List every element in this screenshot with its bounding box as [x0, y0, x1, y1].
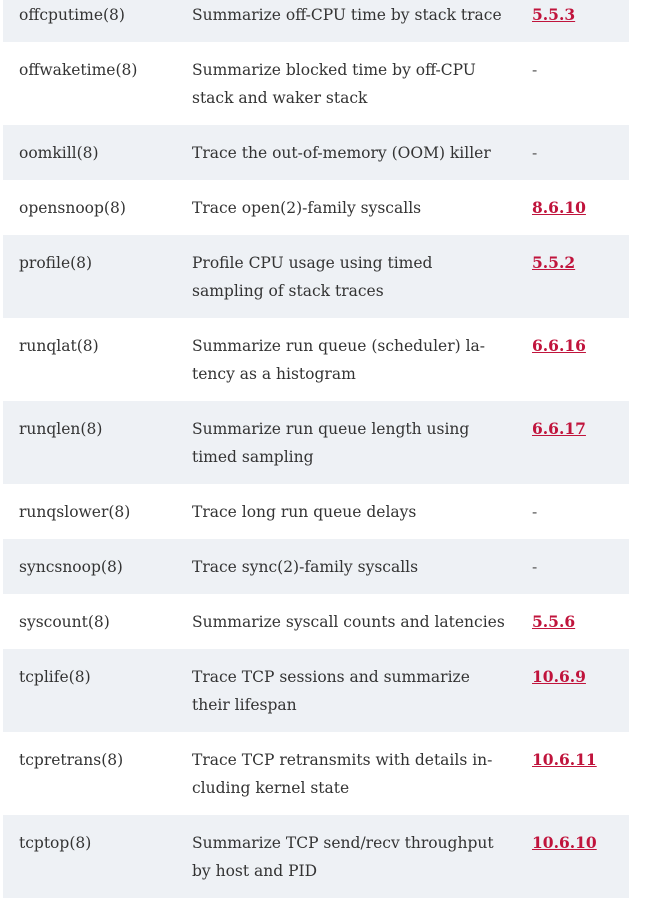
tools-table-body: offcputime(8) Summarize off-CPU time by s…	[3, 0, 629, 898]
section-cell: 5.5.3	[516, 0, 629, 42]
section-cell: -	[516, 42, 629, 125]
table-row: profile(8) Profile CPU usage using timed …	[3, 235, 629, 318]
tool-name-cell: oomkill(8)	[3, 125, 176, 180]
tool-description-cell: Trace open(2)-family syscalls	[192, 199, 422, 217]
tool-name-cell: runqlen(8)	[3, 401, 176, 484]
section-link[interactable]: 10.6.11	[532, 750, 597, 769]
tool-description-cell: Trace sync(2)-family syscalls	[176, 539, 516, 594]
no-section-dash: -	[532, 503, 538, 521]
no-section-dash: -	[532, 61, 538, 79]
tool-name-cell: tcpretrans(8)	[19, 751, 124, 769]
section-link[interactable]: 6.6.16	[532, 336, 586, 355]
section-link[interactable]: 10.6.10	[532, 833, 597, 852]
table-row: opensnoop(8) Trace open(2)-family syscall…	[3, 180, 629, 235]
tool-name-cell: runqlat(8)	[19, 337, 99, 355]
no-section-dash: -	[532, 558, 538, 576]
section-cell: 6.6.16	[516, 318, 629, 401]
table-row: tcplife(8) Trace TCP sessions and summari…	[3, 649, 629, 732]
section-cell: 8.6.10	[516, 180, 629, 235]
table-row: runqlat(8) Summarize run queue (scheduler…	[3, 318, 629, 401]
tool-description-cell: Summarize off-CPU time by stack trace	[176, 0, 516, 42]
section-link[interactable]: 5.5.6	[532, 612, 575, 631]
table-row: syncsnoop(8) Trace sync(2)-family syscall…	[3, 539, 629, 594]
section-link[interactable]: 10.6.9	[532, 667, 586, 686]
table-row: runqslower(8) Trace long run queue delays…	[3, 484, 629, 539]
section-cell: 10.6.10	[516, 815, 629, 898]
section-cell: 5.5.2	[516, 235, 629, 318]
section-cell: -	[516, 125, 629, 180]
table-row: tcpretrans(8) Trace TCP retransmits with …	[3, 732, 629, 815]
section-link[interactable]: 5.5.2	[532, 253, 575, 272]
no-section-dash: -	[532, 144, 538, 162]
tool-name-cell: tcplife(8)	[3, 649, 176, 732]
table-row: offcputime(8) Summarize off-CPU time by s…	[3, 0, 629, 42]
section-cell: -	[516, 539, 629, 594]
tool-description-cell: Trace long run queue delays	[192, 503, 417, 521]
page-margin	[629, 0, 650, 917]
section-cell: 6.6.17	[516, 401, 629, 484]
tools-table: offcputime(8) Summarize off-CPU time by s…	[3, 0, 629, 898]
section-link[interactable]: 5.5.3	[532, 5, 575, 24]
section-link[interactable]: 8.6.10	[532, 198, 586, 217]
tool-name-cell: runqslower(8)	[19, 503, 131, 521]
table-row: syscount(8) Summarize syscall counts and …	[3, 594, 629, 649]
tool-name-cell: syscount(8)	[19, 613, 110, 631]
tool-name-cell: opensnoop(8)	[19, 199, 126, 217]
tool-description-cell: Trace the out-of-memory (OOM) killer	[176, 125, 516, 180]
table-row: tcptop(8) Summarize TCP send/recv through…	[3, 815, 629, 898]
tool-description-cell: Summarize TCP send/recv throughput by ho…	[176, 815, 516, 898]
tool-name-cell: tcptop(8)	[3, 815, 176, 898]
section-link[interactable]: 6.6.17	[532, 419, 586, 438]
tool-name-cell: profile(8)	[3, 235, 176, 318]
tool-name-cell: offwaketime(8)	[19, 61, 138, 79]
tool-description-cell: Profile CPU usage using timed sampling o…	[176, 235, 516, 318]
table-row: offwaketime(8) Summarize blocked time by …	[3, 42, 629, 125]
section-cell: 10.6.9	[516, 649, 629, 732]
section-cell: 10.6.11	[516, 732, 629, 815]
tool-name-cell: offcputime(8)	[3, 0, 176, 42]
table-row: oomkill(8) Trace the out-of-memory (OOM) …	[3, 125, 629, 180]
section-cell: -	[516, 484, 629, 539]
table-row: runqlen(8) Summarize run queue length usi…	[3, 401, 629, 484]
tool-description-cell: Summarize run queue length using timed s…	[176, 401, 516, 484]
tool-description-cell: Summarize syscall counts and latencies	[192, 613, 505, 631]
tool-description-cell: Summarize blocked time by off-CPU stack …	[192, 61, 476, 107]
tool-name-cell: syncsnoop(8)	[3, 539, 176, 594]
tool-description-cell: Trace TCP sessions and summarize their l…	[176, 649, 516, 732]
tool-description-cell: Summarize run queue (scheduler) la­tency…	[192, 337, 486, 383]
section-cell: 5.5.6	[516, 594, 629, 649]
tool-description-cell: Trace TCP retransmits with details in­cl…	[192, 751, 493, 797]
